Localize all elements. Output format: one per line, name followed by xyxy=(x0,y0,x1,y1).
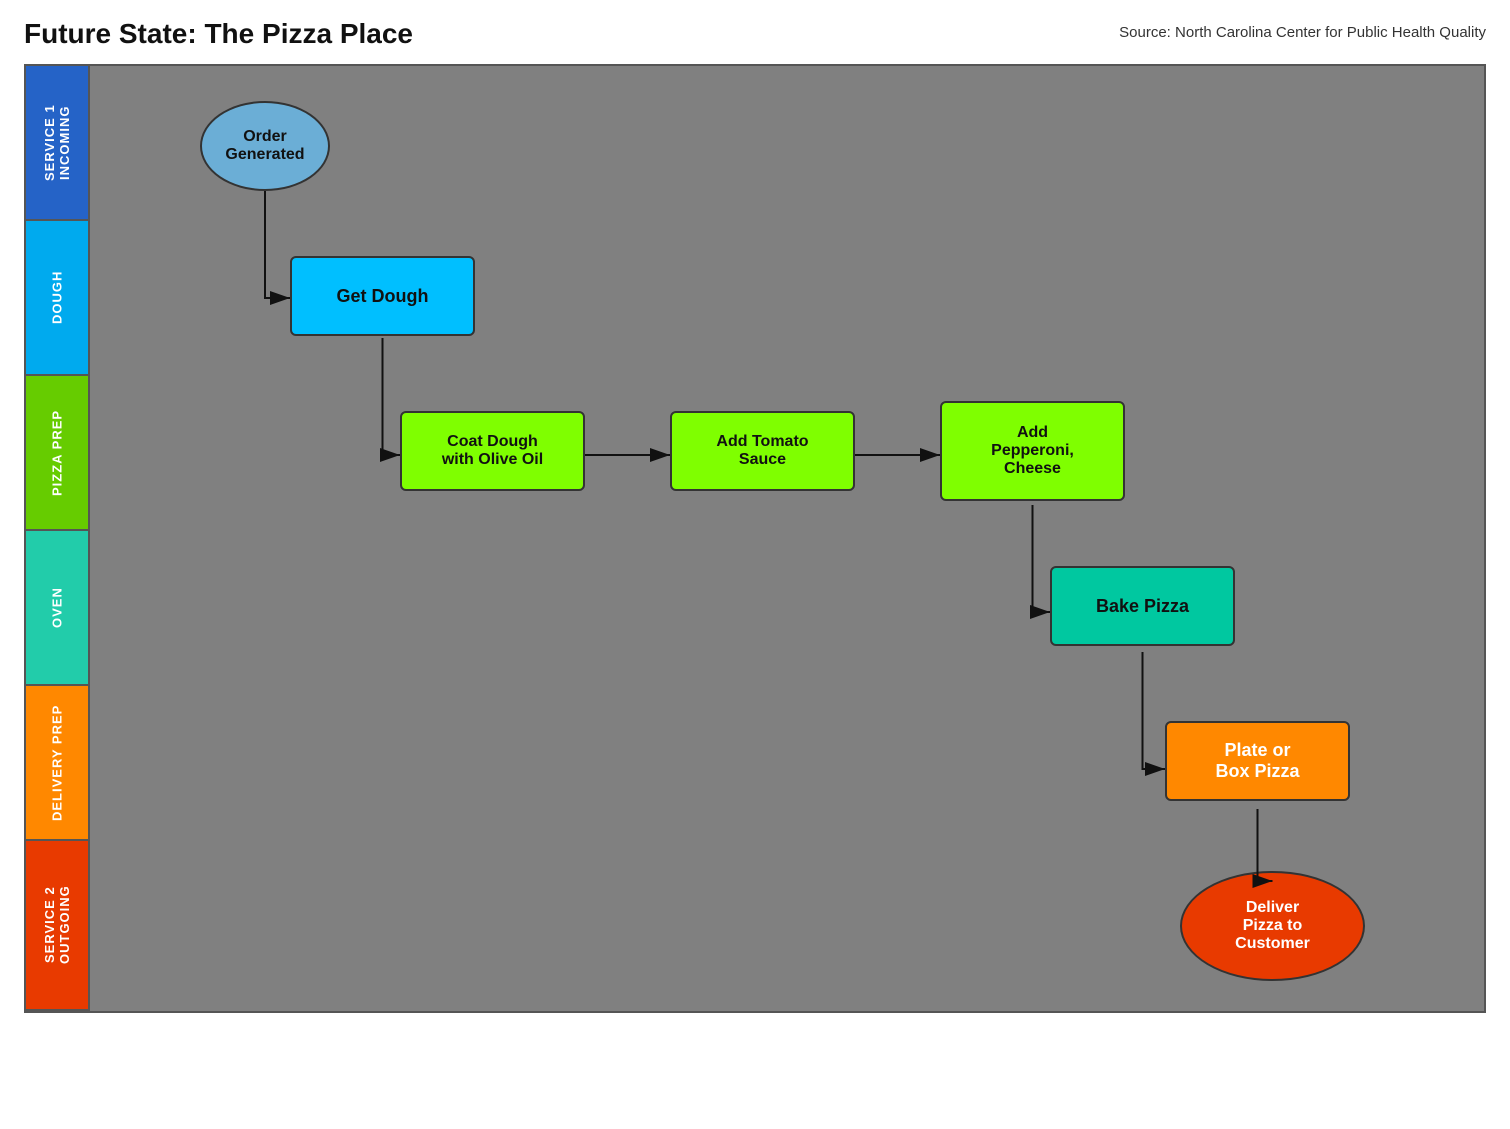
swimlane-row-service2: SERVICE 2OUTGOING DeliverPizza toCustomer xyxy=(26,841,1484,1011)
swimlane-row-oven: OVEN Bake Pizza xyxy=(26,531,1484,686)
swimlane-content-delivery-prep: Plate orBox Pizza xyxy=(88,686,1484,841)
swimlane-content-dough: Get Dough xyxy=(88,221,1484,376)
swimlane-row-dough: DOUGH Get Dough xyxy=(26,221,1484,376)
swimlane-row-service1: SERVICE 1INCOMING OrderGenerated xyxy=(26,66,1484,221)
node-bake: Bake Pizza xyxy=(1050,566,1235,646)
swimlane-content-service1: OrderGenerated xyxy=(88,66,1484,221)
swimlane-content-oven: Bake Pizza xyxy=(88,531,1484,686)
swimlane-row-pizza-prep: PIZZA PREP Coat Doughwith Olive Oil Add To… xyxy=(26,376,1484,531)
page-header: Future State: The Pizza Place Source: No… xyxy=(24,18,1486,50)
node-order: OrderGenerated xyxy=(200,101,330,191)
swimlane-label-service2: SERVICE 2OUTGOING xyxy=(26,841,88,1009)
node-tomato: Add TomatoSauce xyxy=(670,411,855,491)
node-coat: Coat Doughwith Olive Oil xyxy=(400,411,585,491)
swimlane-content-pizza-prep: Coat Doughwith Olive Oil Add TomatoSauce A… xyxy=(88,376,1484,531)
swimlane-row-delivery-prep: DELIVERY PREP Plate orBox Pizza xyxy=(26,686,1484,841)
node-deliver: DeliverPizza toCustomer xyxy=(1180,871,1365,981)
swimlane-label-dough: DOUGH xyxy=(26,221,88,374)
swimlane-content-service2: DeliverPizza toCustomer xyxy=(88,841,1484,1011)
page-source: Source: North Carolina Center for Public… xyxy=(1119,18,1486,41)
node-get-dough: Get Dough xyxy=(290,256,475,336)
node-pepperoni: AddPepperoni,Cheese xyxy=(940,401,1125,501)
swimlane-container: SERVICE 1INCOMING OrderGenerated DOUGH Get … xyxy=(24,64,1486,1013)
page-title: Future State: The Pizza Place xyxy=(24,18,413,50)
node-plate: Plate orBox Pizza xyxy=(1165,721,1350,801)
swimlane-label-delivery-prep: DELIVERY PREP xyxy=(26,686,88,839)
page: Future State: The Pizza Place Source: No… xyxy=(0,0,1510,1037)
swimlane-label-oven: OVEN xyxy=(26,531,88,684)
swimlane-label-service1: SERVICE 1INCOMING xyxy=(26,66,88,219)
swimlane-label-pizza-prep: PIZZA PREP xyxy=(26,376,88,529)
